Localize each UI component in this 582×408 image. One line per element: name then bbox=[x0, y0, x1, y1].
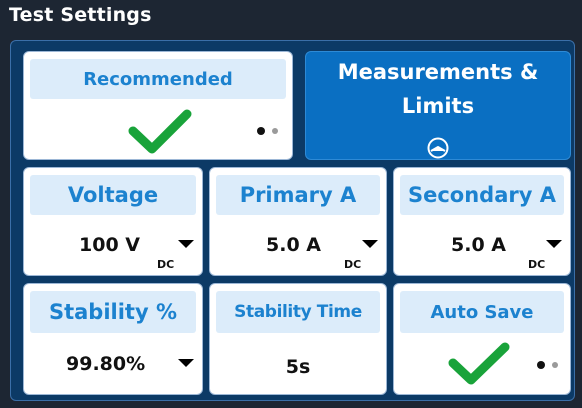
stability-percent-label: Stability % bbox=[30, 291, 196, 333]
primary-a-value: 5.0 A bbox=[266, 234, 321, 256]
stability-percent-value: 99.80% bbox=[66, 353, 146, 375]
checkmark-icon bbox=[128, 109, 192, 154]
primary-a-dropdown-arrow bbox=[362, 240, 378, 248]
test-settings-panel: Test Settings Recommended Measurements &… bbox=[0, 0, 582, 408]
page-dot-active bbox=[537, 361, 545, 369]
voltage-unit: DC bbox=[157, 258, 175, 271]
page-dot-inactive bbox=[552, 362, 558, 368]
panel-title: Test Settings bbox=[9, 4, 152, 26]
recommended-label: Recommended bbox=[30, 59, 286, 99]
stability-time-label: Stability Time bbox=[216, 291, 380, 333]
stability-time-card[interactable]: Stability Time 5s bbox=[209, 283, 387, 395]
stability-percent-card[interactable]: Stability % 99.80% bbox=[23, 283, 203, 395]
primary-a-unit: DC bbox=[344, 258, 362, 271]
voltage-value: 100 V bbox=[79, 234, 140, 256]
primary-a-card[interactable]: Primary A 5.0 A DC bbox=[209, 167, 387, 276]
checkmark-icon bbox=[448, 342, 510, 385]
stability-percent-dropdown-arrow bbox=[178, 359, 194, 367]
secondary-a-card[interactable]: Secondary A 5.0 A DC bbox=[393, 167, 571, 276]
auto-save-card[interactable]: Auto Save bbox=[393, 283, 571, 395]
primary-a-label: Primary A bbox=[216, 175, 380, 215]
secondary-a-dropdown-arrow bbox=[546, 240, 562, 248]
secondary-a-unit: DC bbox=[528, 258, 546, 271]
recommended-card[interactable]: Recommended bbox=[23, 51, 293, 160]
secondary-a-label: Secondary A bbox=[400, 175, 564, 215]
secondary-a-value: 5.0 A bbox=[451, 234, 506, 256]
measurements-label-line1: Measurements & bbox=[337, 60, 539, 84]
auto-save-label: Auto Save bbox=[400, 291, 564, 333]
gauge-icon bbox=[427, 137, 449, 159]
stability-time-value: 5s bbox=[285, 356, 311, 378]
measurements-label-line2: Limits bbox=[401, 94, 475, 118]
page-dot-inactive bbox=[272, 128, 278, 134]
page-dot-active bbox=[257, 127, 265, 135]
voltage-card[interactable]: Voltage 100 V DC bbox=[23, 167, 203, 276]
measurements-limits-button[interactable]: Measurements & Limits bbox=[305, 51, 571, 160]
voltage-dropdown-arrow bbox=[178, 240, 194, 248]
voltage-label: Voltage bbox=[30, 175, 196, 215]
